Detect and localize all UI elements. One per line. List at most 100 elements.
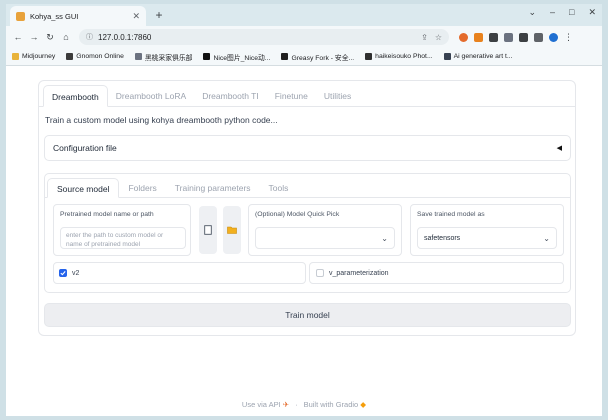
bookmark-star-icon[interactable]: ☆ (435, 33, 442, 42)
pretrained-model-block: Pretrained model name or path enter the … (53, 204, 191, 256)
sub-tabs: Source model Folders Training parameters To… (47, 178, 297, 198)
v-parameterization-label: v_parameterization (329, 269, 389, 277)
train-model-button[interactable]: Train model (44, 303, 571, 327)
bookmark-label: Midjourney (22, 53, 56, 60)
v-parameterization-row[interactable]: v_parameterization (316, 269, 389, 277)
footer-separator: · (295, 400, 298, 409)
home-icon[interactable]: ⌂ (59, 32, 73, 42)
quick-pick-block: (Optional) Model Quick Pick ⌄ (248, 204, 402, 256)
bookmark-favicon-icon (203, 53, 211, 60)
chevron-down-icon: ⌄ (381, 233, 388, 243)
bookmark-favicon-icon (66, 53, 74, 60)
bookmark-label: Greasy Fork - 安全... (291, 54, 355, 62)
tab-title: Kohya_ss GUI (30, 11, 79, 21)
browser-chrome: Kohya_ss GUI ✕ + ⌄ – □ ✕ ← → ↻ ⌂ ⓘ 127.0… (6, 4, 602, 66)
subtab-source-model[interactable]: Source model (47, 178, 120, 198)
bookmark-item[interactable]: Ai generative art t... (443, 53, 513, 60)
open-folder-button[interactable] (223, 206, 241, 254)
page-description: Train a custom model using kohya dreambo… (45, 115, 278, 125)
sidebar-icon[interactable] (534, 32, 543, 42)
extension-icon[interactable] (489, 32, 498, 42)
tab-strip: Kohya_ss GUI ✕ + ⌄ – □ ✕ (6, 4, 602, 26)
gradio-logo-icon: ◆ (360, 400, 367, 409)
menu-icon[interactable]: ⋮ (564, 32, 573, 43)
bookmark-label: Ai generative art t... (453, 53, 513, 60)
bookmark-favicon-icon (365, 53, 373, 60)
extension-icon[interactable] (459, 32, 468, 42)
extension-icon[interactable] (504, 32, 513, 42)
quick-pick-dropdown[interactable]: ⌄ (255, 227, 395, 249)
source-model-panel: Source model Folders Training parameters To… (44, 173, 571, 293)
checkmark-icon (60, 271, 66, 276)
chevron-down-icon[interactable]: ⌄ (528, 7, 536, 18)
reload-icon[interactable]: ↻ (43, 32, 57, 43)
tab-dreambooth[interactable]: Dreambooth (43, 85, 108, 107)
bookmark-item[interactable]: 黑桃采家俱乐部 (134, 52, 193, 62)
share-icon[interactable]: ⇪ (421, 33, 428, 42)
folder-icon (227, 226, 237, 234)
bookmark-item[interactable]: Nice图片_Nice动... (203, 52, 270, 62)
quick-pick-label: (Optional) Model Quick Pick (255, 211, 340, 218)
pretrained-model-input[interactable]: enter the path to custom model or name o… (60, 227, 186, 249)
v2-label: v2 (72, 269, 80, 277)
use-via-api-link[interactable]: Use via API ✈ (242, 400, 289, 409)
back-icon[interactable]: ← (11, 32, 25, 42)
window-controls: ⌄ – □ ✕ (528, 7, 596, 18)
maximize-icon[interactable]: □ (569, 7, 574, 18)
pretrained-model-label: Pretrained model name or path (60, 211, 154, 218)
save-as-label: Save trained model as (417, 211, 485, 218)
main-tabs: Dreambooth Dreambooth LoRA Dreambooth TI Fi… (43, 85, 359, 107)
metamask-icon[interactable] (474, 32, 483, 42)
subtab-tools[interactable]: Tools (260, 178, 298, 198)
bookmark-item[interactable]: Midjourney (12, 53, 55, 60)
bookmark-label: haikeisouko Phot... (375, 53, 433, 60)
subtab-training-parameters[interactable]: Training parameters (166, 178, 260, 198)
v-parameterization-checkbox[interactable] (316, 269, 324, 277)
configuration-file-accordion[interactable]: Configuration file ◀ (44, 135, 571, 161)
v2-checkbox-row[interactable]: v2 (59, 269, 79, 277)
address-bar[interactable]: ⓘ 127.0.0.1:7860 ⇪ ☆ (79, 29, 449, 45)
v2-block: v2 (53, 262, 306, 284)
chevron-down-icon: ⌄ (543, 233, 550, 243)
extensions-area: ⋮ (459, 32, 573, 43)
bookmark-item[interactable]: Greasy Fork - 安全... (281, 52, 354, 62)
rocket-icon: ✈ (282, 400, 290, 409)
close-window-icon[interactable]: ✕ (588, 7, 596, 18)
tab-utilities[interactable]: Utilities (316, 85, 359, 107)
bookmark-label: 黑桃采家俱乐部 (144, 54, 193, 62)
tab-dreambooth-lora[interactable]: Dreambooth LoRA (108, 85, 194, 107)
v2-checkbox[interactable] (59, 269, 67, 277)
built-with-gradio-link[interactable]: Built with Gradio ◆ (304, 400, 366, 409)
bookmark-favicon-icon (12, 53, 19, 60)
bookmark-label: Nice图片_Nice动... (213, 54, 271, 62)
subtab-folders[interactable]: Folders (119, 178, 165, 198)
tab-finetune[interactable]: Finetune (267, 85, 316, 107)
puzzle-icon[interactable] (519, 32, 528, 42)
v-parameterization-block: v_parameterization (309, 262, 564, 284)
forward-icon[interactable]: → (27, 32, 41, 42)
page-footer: Use via API ✈ · Built with Gradio ◆ (6, 400, 602, 409)
url-text: 127.0.0.1:7860 (98, 32, 152, 42)
collapse-triangle-icon: ◀ (556, 145, 562, 152)
bookmark-favicon-icon (134, 53, 142, 60)
bookmark-favicon-icon (443, 53, 451, 60)
close-tab-icon[interactable]: ✕ (132, 11, 140, 22)
bookmark-item[interactable]: haikeisouko Phot... (365, 53, 433, 60)
save-as-dropdown[interactable]: safetensors ⌄ (417, 227, 557, 249)
site-info-icon[interactable]: ⓘ (86, 32, 93, 42)
minimize-icon[interactable]: – (550, 7, 555, 18)
browser-tab[interactable]: Kohya_ss GUI ✕ (10, 6, 146, 26)
tab-dreambooth-ti[interactable]: Dreambooth TI (194, 85, 267, 107)
dreambooth-panel: Dreambooth Dreambooth LoRA Dreambooth TI Fi… (38, 80, 576, 336)
save-as-block: Save trained model as safetensors ⌄ (410, 204, 564, 256)
favicon-icon (16, 11, 25, 21)
open-file-button[interactable] (199, 206, 217, 254)
bookmark-item[interactable]: Gnomon Online (66, 53, 124, 60)
new-tab-button[interactable]: + (152, 8, 166, 22)
nav-toolbar: ← → ↻ ⌂ ⓘ 127.0.0.1:7860 ⇪ ☆ ⋮ (6, 26, 602, 48)
configuration-file-label: Configuration file (53, 143, 117, 153)
document-icon (204, 225, 212, 235)
bookmark-favicon-icon (281, 53, 289, 60)
avatar-icon[interactable] (549, 32, 558, 42)
bookmark-label: Gnomon Online (76, 53, 124, 60)
